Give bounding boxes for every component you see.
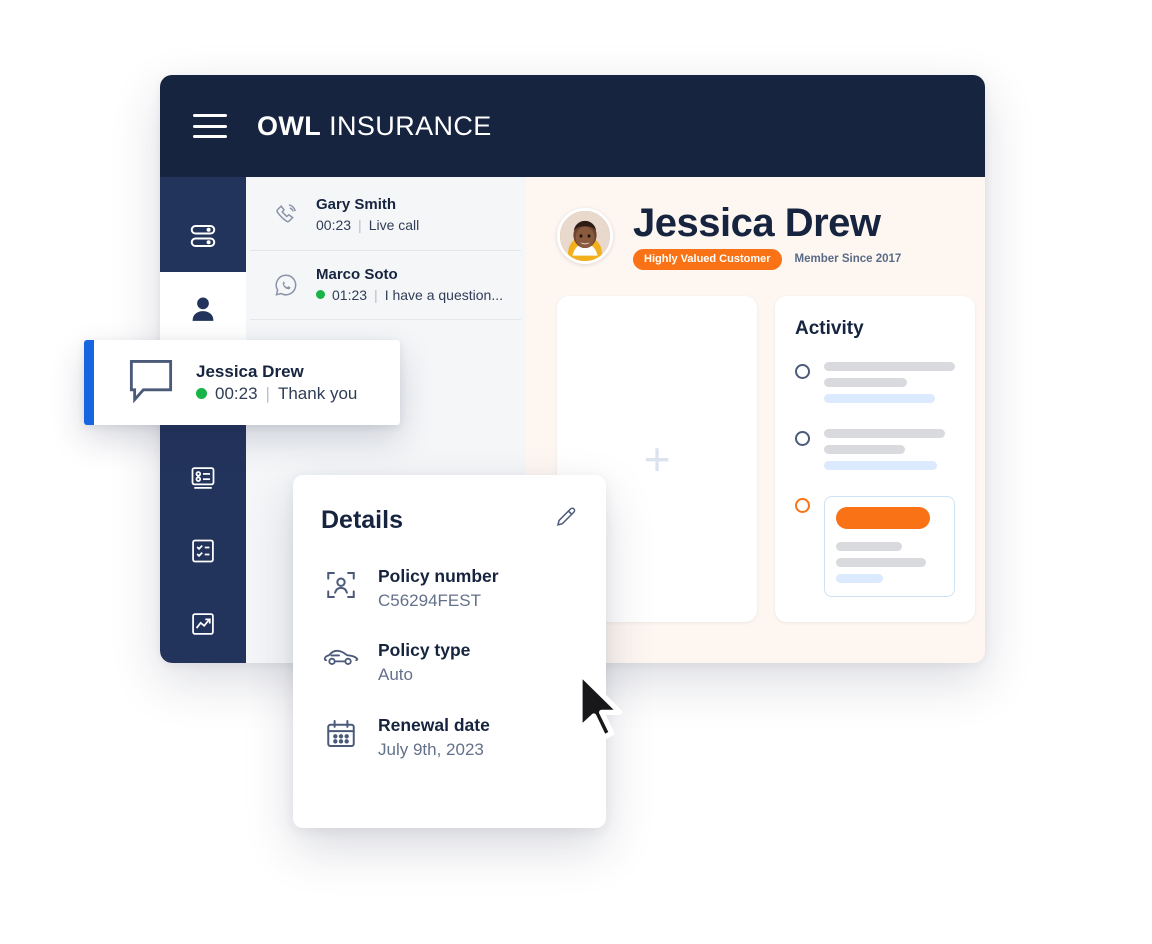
- detail-label: Policy type: [378, 640, 471, 661]
- customer-profile-header: Jessica Drew Highly Valued Customer Memb…: [557, 203, 975, 270]
- detail-label: Policy number: [378, 566, 499, 586]
- detail-row-policy-type: Policy type Auto: [321, 639, 578, 687]
- skeleton-bar: [824, 428, 945, 438]
- status-badge: Highly Valued Customer: [633, 248, 782, 270]
- skeleton-bar-blue: [824, 460, 937, 470]
- contact-card-icon: [189, 464, 217, 492]
- toggles-icon: [188, 221, 218, 251]
- person-icon: [188, 294, 218, 324]
- activity-placeholder-lines: [824, 428, 955, 477]
- hamburger-menu-icon[interactable]: [193, 114, 227, 138]
- dragged-conversation-separator: |: [265, 383, 270, 403]
- skeleton-bar-orange: [836, 506, 931, 529]
- skeleton-bar-blue: [836, 573, 884, 583]
- id-scan-icon: [321, 565, 361, 602]
- brand-logo: OWL INSURANCE: [257, 111, 492, 142]
- details-header: Details: [321, 505, 578, 536]
- conversation-item-0[interactable]: Gary Smith 00:23 | Live call: [250, 177, 521, 251]
- sidebar-item-directory[interactable]: [160, 441, 246, 514]
- sidebar-item-reports[interactable]: [160, 587, 246, 660]
- detail-text: Renewal date July 9th, 2023: [378, 714, 490, 762]
- detail-value: C56294FEST: [378, 590, 481, 610]
- brand-name-bold: OWL: [257, 110, 322, 141]
- calendar-icon: [321, 714, 361, 751]
- online-status-dot: [316, 290, 325, 300]
- conversation-separator: |: [374, 286, 378, 303]
- skeleton-bar: [824, 377, 907, 387]
- brand-name-light: INSURANCE: [329, 110, 492, 141]
- conversation-subline: 00:23 | Live call: [316, 215, 419, 235]
- activity-item-2[interactable]: [795, 495, 955, 597]
- activity-title: Activity: [795, 317, 864, 339]
- dragged-conversation-time: 00:23: [215, 383, 258, 403]
- detail-value: July 9th, 2023: [378, 739, 484, 759]
- skeleton-bar-blue: [824, 393, 936, 403]
- activity-item-0[interactable]: [795, 361, 955, 410]
- member-since-label: Member Since 2017: [794, 253, 902, 266]
- screenshot-stage: OWL INSURANCE Gary Smith 00:23 | Live ca…: [0, 0, 1152, 944]
- sidebar-item-contacts[interactable]: [160, 272, 246, 345]
- detail-text: Policy number C56294FEST: [378, 565, 499, 613]
- activity-card: Activity: [775, 295, 975, 622]
- conversation-preview: Live call: [368, 217, 420, 234]
- content-cards: + Activity: [557, 295, 975, 622]
- timeline-ring-icon-active: [795, 497, 810, 513]
- conversation-subline: 01:23 | I have a question...: [316, 285, 503, 305]
- details-title: Details: [321, 506, 403, 534]
- skeleton-bar: [824, 444, 906, 454]
- car-icon: [321, 639, 361, 672]
- dragged-conversation-card[interactable]: Jessica Drew 00:23 | Thank you: [84, 340, 400, 425]
- phone-call-icon: [272, 202, 300, 228]
- checklist-icon: [189, 537, 217, 565]
- dragged-conversation-preview: Thank you: [277, 383, 358, 403]
- conversation-text: Marco Soto 01:23 | I have a question...: [316, 265, 503, 306]
- skeleton-bar: [836, 557, 926, 567]
- conversation-separator: |: [358, 217, 362, 234]
- conversation-name: Gary Smith: [316, 196, 397, 213]
- details-panel: Details Policy number C56294FEST Policy …: [293, 475, 606, 828]
- whatsapp-icon: [272, 272, 300, 298]
- timeline-ring-icon: [795, 430, 810, 446]
- mouse-pointer-cursor: [572, 668, 628, 744]
- profile-text: Jessica Drew Highly Valued Customer Memb…: [633, 203, 901, 270]
- activity-item-1[interactable]: [795, 428, 955, 477]
- conversation-preview: I have a question...: [384, 286, 503, 303]
- skeleton-bar: [824, 361, 955, 371]
- page-title: Jessica Drew: [633, 201, 881, 245]
- conversation-time: 00:23: [316, 217, 352, 234]
- profile-meta: Highly Valued Customer Member Since 2017: [633, 248, 902, 270]
- trending-chart-icon: [189, 610, 217, 638]
- detail-value: Auto: [378, 665, 413, 685]
- dragged-conversation-name: Jessica Drew: [196, 362, 304, 382]
- top-bar: OWL INSURANCE: [160, 75, 985, 177]
- timeline-ring-icon: [795, 363, 810, 379]
- drag-card-inner: Jessica Drew 00:23 | Thank you: [94, 356, 357, 409]
- conversation-time: 01:23: [332, 286, 368, 303]
- online-status-dot: [196, 388, 207, 400]
- dragged-conversation-subline: 00:23 | Thank you: [196, 384, 357, 404]
- activity-placeholder-lines: [824, 361, 955, 410]
- customer-avatar-photo: [560, 211, 610, 262]
- detail-label: Renewal date: [378, 714, 490, 735]
- chat-bubble-icon: [124, 356, 178, 409]
- drag-card-text: Jessica Drew 00:23 | Thank you: [196, 361, 357, 403]
- drag-accent-bar: [84, 340, 94, 425]
- detail-row-policy-number: Policy number C56294FEST: [321, 565, 578, 613]
- skeleton-bar: [836, 541, 903, 551]
- pencil-edit-icon[interactable]: [552, 505, 578, 536]
- plus-icon: +: [643, 432, 671, 485]
- activity-highlight-card: [824, 495, 955, 597]
- conversation-name: Marco Soto: [316, 265, 398, 283]
- conversation-item-1[interactable]: Marco Soto 01:23 | I have a question...: [250, 251, 521, 321]
- conversation-text: Gary Smith 00:23 | Live call: [316, 195, 419, 236]
- detail-text: Policy type Auto: [378, 639, 470, 687]
- sidebar-item-settings-toggles[interactable]: [160, 199, 246, 272]
- sidebar-item-tasks[interactable]: [160, 514, 246, 587]
- detail-row-renewal-date: Renewal date July 9th, 2023: [321, 714, 578, 762]
- avatar: [557, 208, 613, 265]
